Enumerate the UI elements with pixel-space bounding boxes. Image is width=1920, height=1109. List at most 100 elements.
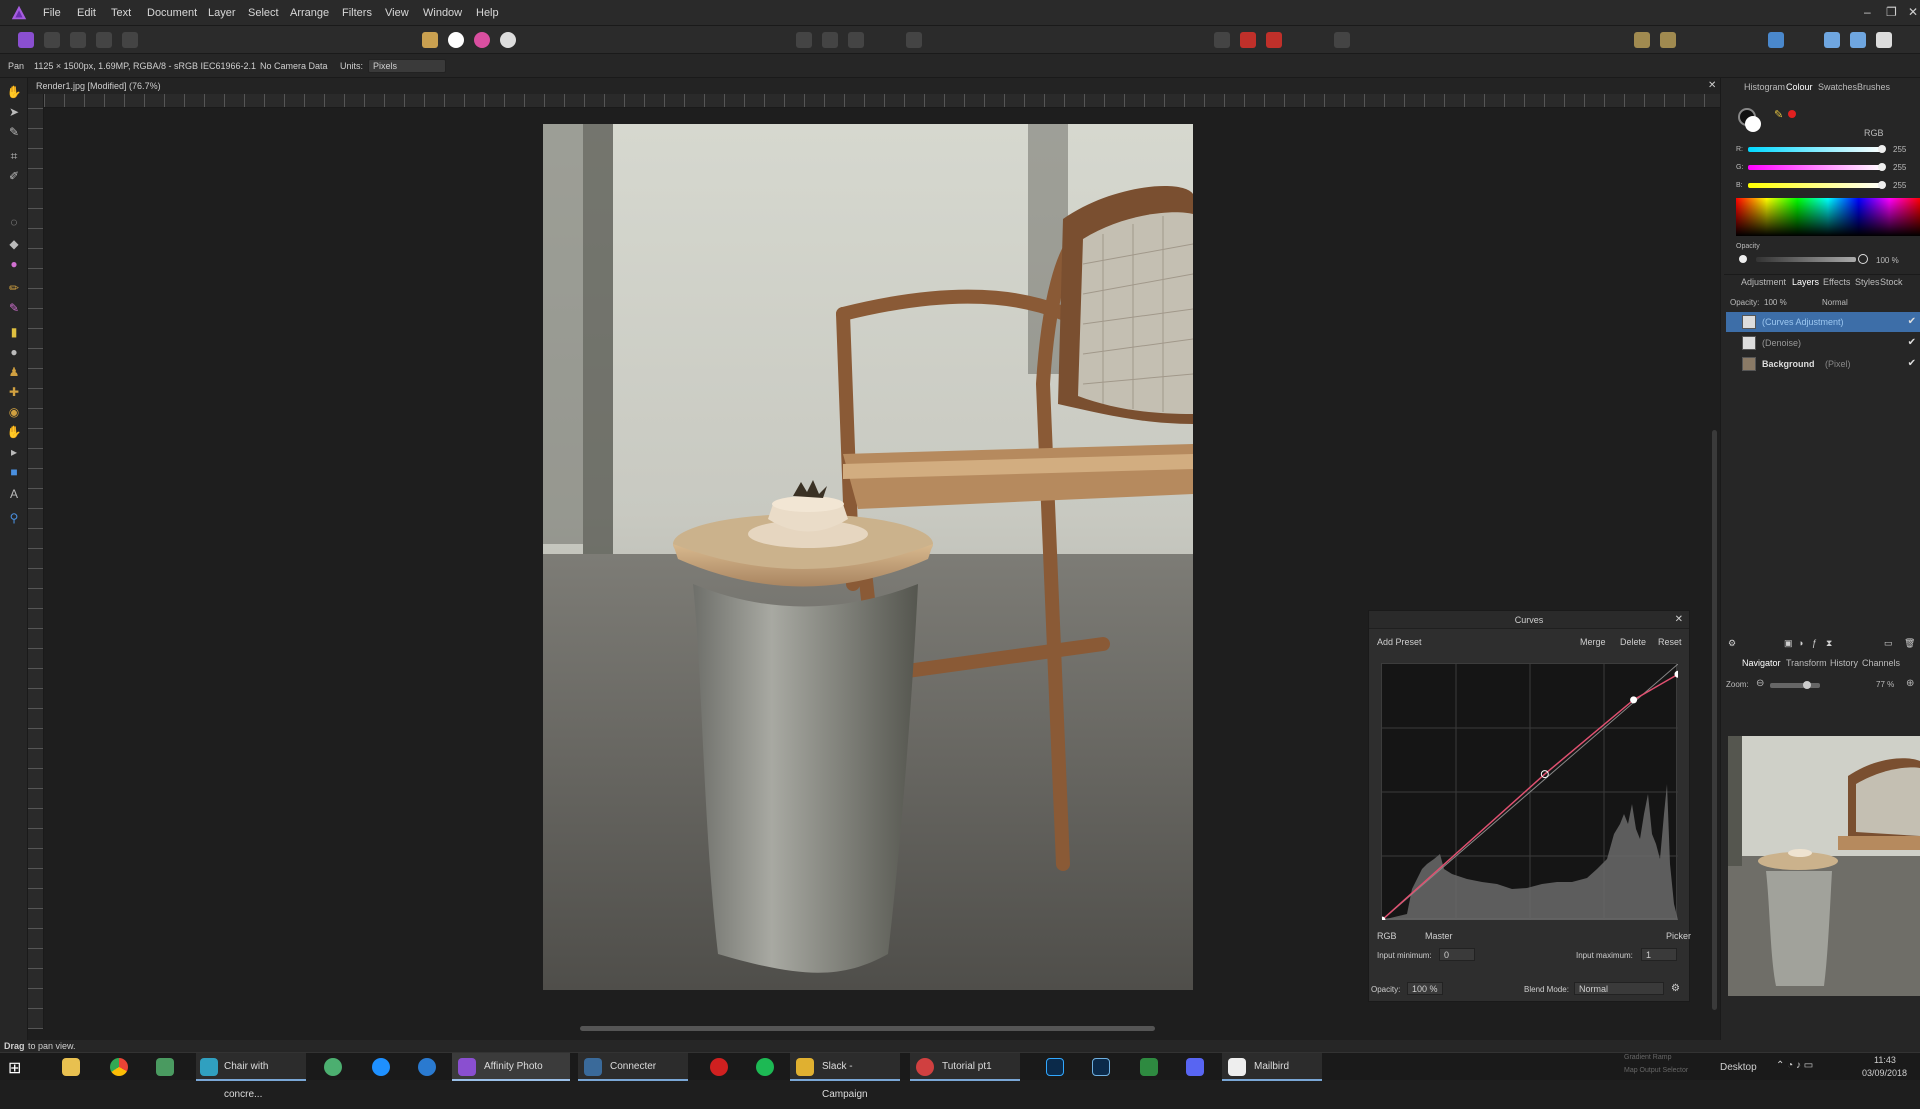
close-button[interactable]: ✕: [1908, 5, 1918, 19]
clock-date[interactable]: 03/09/2018: [1862, 1068, 1907, 1078]
colour-replacement-icon[interactable]: ✎: [6, 300, 22, 316]
tone-mapping-persona-icon[interactable]: [96, 32, 112, 48]
discord-icon[interactable]: [1186, 1058, 1204, 1076]
clone-brush-icon[interactable]: ♟: [6, 364, 22, 380]
colour-model-dropdown[interactable]: RGB: [1864, 128, 1884, 138]
grid-icon[interactable]: [1214, 32, 1230, 48]
photoshop-icon[interactable]: [1046, 1058, 1064, 1076]
photo-persona-icon[interactable]: [18, 32, 34, 48]
selection-mode-icon[interactable]: [822, 32, 838, 48]
horizontal-scrollbar[interactable]: [580, 1026, 1155, 1031]
selection-brush-icon[interactable]: ✐: [6, 168, 22, 184]
menu-file[interactable]: File: [43, 7, 61, 19]
tab-brushes[interactable]: Brushes: [1857, 82, 1890, 92]
b-value[interactable]: 255: [1893, 181, 1906, 190]
layer-row[interactable]: Background (Pixel) ✔: [1726, 354, 1920, 374]
tab-swatches[interactable]: Swatches: [1818, 82, 1857, 92]
tray-icons[interactable]: ⌃ ◔ ♪ ▭: [1776, 1060, 1813, 1071]
tab-adjustment[interactable]: Adjustment: [1741, 277, 1786, 287]
menu-document[interactable]: Document: [147, 7, 197, 19]
liquify-persona-icon[interactable]: [44, 32, 60, 48]
g-slider[interactable]: [1748, 165, 1883, 170]
marquee-tool-icon[interactable]: ◌: [6, 214, 22, 230]
delete-button[interactable]: Delete: [1620, 637, 1646, 647]
menu-view[interactable]: View: [385, 7, 409, 19]
taskbar-item-slack[interactable]: Slack - Campaign: [790, 1053, 900, 1100]
menu-text[interactable]: Text: [111, 7, 131, 19]
delete-layer-icon[interactable]: 🗑: [1904, 638, 1915, 649]
tab-styles[interactable]: Styles: [1855, 277, 1880, 287]
tab-colour[interactable]: Colour: [1786, 82, 1813, 92]
menu-layer[interactable]: Layer: [208, 7, 236, 19]
account-icon[interactable]: [1876, 32, 1892, 48]
node-tool-icon[interactable]: ▸: [6, 444, 22, 460]
curve-plot[interactable]: [1378, 663, 1682, 924]
taskbar-item-chair[interactable]: Chair with concre...: [196, 1053, 306, 1100]
smudge-brush-icon[interactable]: ✋: [6, 424, 22, 440]
restore-button[interactable]: ❐: [1886, 5, 1897, 19]
auto-white-balance-icon[interactable]: [500, 32, 516, 48]
tab-navigator[interactable]: Navigator: [1742, 658, 1781, 668]
minimize-button[interactable]: –: [1864, 5, 1871, 19]
eyedropper-icon[interactable]: ✎: [1774, 108, 1783, 121]
menu-help[interactable]: Help: [476, 7, 499, 19]
teamviewer-icon[interactable]: [418, 1058, 436, 1076]
document-close-icon[interactable]: ✕: [1708, 80, 1716, 91]
power-app-icon[interactable]: [710, 1058, 728, 1076]
file-explorer-icon[interactable]: [62, 1058, 80, 1076]
chrome-icon[interactable]: [110, 1058, 128, 1076]
opacity-slider[interactable]: [1756, 257, 1856, 262]
b-slider[interactable]: [1748, 183, 1883, 188]
windows-start-icon[interactable]: ⊞: [8, 1058, 21, 1078]
g-value[interactable]: 255: [1893, 163, 1906, 172]
menu-select[interactable]: Select: [248, 7, 279, 19]
dodge-brush-icon[interactable]: ●: [6, 344, 22, 360]
assistant-icon[interactable]: [1240, 32, 1256, 48]
curves-close-icon[interactable]: ✕: [1675, 614, 1683, 625]
input-minimum-field[interactable]: 0: [1439, 948, 1475, 961]
menu-arrange[interactable]: Arrange: [290, 7, 329, 19]
opacity-slider-knob[interactable]: [1858, 254, 1868, 264]
curves-opacity-field[interactable]: 100 %: [1407, 982, 1443, 995]
taskbar-item-connecter[interactable]: Connecter: [578, 1053, 688, 1081]
zoom-out-icon[interactable]: ⊖: [1756, 678, 1764, 689]
tab-stock[interactable]: Stock: [1880, 277, 1903, 287]
add-layer-icon[interactable]: ▭: [1884, 638, 1893, 649]
add-preset-button[interactable]: Add Preset: [1377, 637, 1422, 647]
blend-options-gear-icon[interactable]: ⚙: [1671, 983, 1680, 994]
b-slider-knob[interactable]: [1878, 181, 1886, 189]
zoom-slider-knob[interactable]: [1803, 681, 1811, 689]
tab-channels[interactable]: Channels: [1862, 658, 1900, 668]
layer-row[interactable]: (Curves Adjustment) ✔: [1726, 312, 1920, 332]
layer-row[interactable]: (Denoise) ✔: [1726, 333, 1920, 353]
tab-effects[interactable]: Effects: [1823, 277, 1850, 287]
view-tool-icon[interactable]: ✋: [6, 84, 22, 100]
text-tool-icon[interactable]: A: [6, 486, 22, 502]
layer-blend-dropdown[interactable]: Normal: [1822, 298, 1848, 307]
clock-time[interactable]: 11:43: [1874, 1055, 1896, 1065]
adjustment-layer-icon[interactable]: ◑: [1798, 638, 1803, 648]
auto-colours-icon[interactable]: [474, 32, 490, 48]
xbox-icon[interactable]: [1140, 1058, 1158, 1076]
opacity-value[interactable]: 100 %: [1876, 256, 1899, 265]
export-persona-icon[interactable]: [122, 32, 138, 48]
zoom-value[interactable]: 77 %: [1876, 680, 1894, 689]
curves-model-dropdown[interactable]: RGB: [1377, 931, 1397, 941]
visibility-checkbox[interactable]: ✔: [1908, 358, 1916, 369]
document-tab[interactable]: Render1.jpg [Modified] (76.7%) ✕: [28, 78, 1720, 94]
g-slider-knob[interactable]: [1878, 163, 1886, 171]
snapping-icon[interactable]: [906, 32, 922, 48]
taskbar-item-tutorial[interactable]: Tutorial pt1: [910, 1053, 1020, 1081]
develop-persona-icon[interactable]: [70, 32, 86, 48]
vertical-scrollbar[interactable]: [1712, 430, 1717, 1010]
none-colour-icon[interactable]: [1788, 110, 1796, 118]
healing-brush-icon[interactable]: ✚: [6, 384, 22, 400]
taskbar-item-mailbird[interactable]: Mailbird: [1222, 1053, 1322, 1081]
curve-control-point[interactable]: [1674, 670, 1682, 678]
document-image[interactable]: [543, 124, 1193, 990]
tab-histogram[interactable]: Histogram: [1744, 82, 1785, 92]
auto-contrast-icon[interactable]: [448, 32, 464, 48]
input-maximum-field[interactable]: 1: [1641, 948, 1677, 961]
mask-layer-icon[interactable]: ▣: [1784, 638, 1793, 649]
info-icon[interactable]: [1334, 32, 1350, 48]
